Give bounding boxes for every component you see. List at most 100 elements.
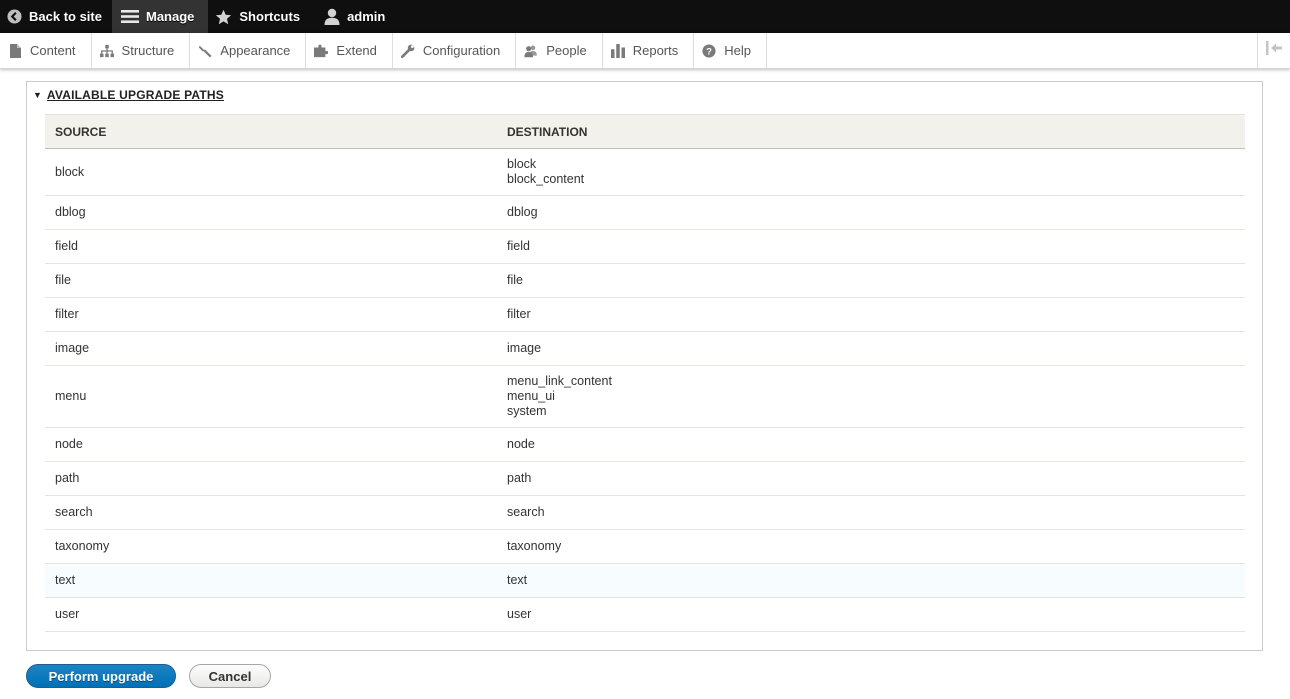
star-icon <box>215 9 232 25</box>
perform-upgrade-button[interactable]: Perform upgrade <box>26 664 176 688</box>
source-cell: text <box>45 563 497 598</box>
destination-item: user <box>507 607 532 621</box>
user-tab[interactable]: admin <box>310 0 395 33</box>
user-label: admin <box>347 9 386 24</box>
tray-item-label: Configuration <box>422 43 501 58</box>
tray-item-label: People <box>546 43 587 58</box>
manage-label: Manage <box>145 9 195 24</box>
tray-orientation-toggle[interactable] <box>1257 33 1290 68</box>
destination-item: file <box>507 273 523 287</box>
table-row: taxonomy taxonomy <box>45 529 1245 564</box>
source-cell: dblog <box>45 195 497 230</box>
table-row: block block block_content <box>45 148 1245 196</box>
destination-cell: block block_content <box>497 148 1245 196</box>
back-to-site-label: Back to site <box>29 9 102 24</box>
destination-cell: filter <box>497 297 1245 332</box>
upgrade-paths-table: SOURCE DESTINATION block block block_conte… <box>45 114 1245 632</box>
table-row: filter filter <box>45 297 1245 332</box>
destination-item: field <box>507 239 530 253</box>
expanded-triangle-icon: ▼ <box>33 90 42 100</box>
tray-item-reports[interactable]: Reports <box>603 33 695 68</box>
user-icon <box>324 8 340 25</box>
wrench-icon <box>400 44 415 58</box>
table-row: field field <box>45 229 1245 264</box>
destination-cell: user <box>497 597 1245 632</box>
source-cell: image <box>45 331 497 366</box>
admin-toolbar: Back to site Manage Shortcuts admin <box>0 0 1290 33</box>
source-cell: user <box>45 597 497 632</box>
table-row: text text <box>45 563 1245 598</box>
destination-item: filter <box>507 307 531 321</box>
destination-item: text <box>507 573 528 587</box>
upgrade-paths-summary-label: AVAILABLE UPGRADE PATHS <box>46 88 224 102</box>
tray-item-content[interactable]: Content <box>0 33 92 68</box>
shortcuts-label: Shortcuts <box>239 9 301 24</box>
destination-cell: taxonomy <box>497 529 1245 564</box>
tray-item-structure[interactable]: Structure <box>92 33 191 68</box>
destination-item: search <box>507 505 545 519</box>
upgrade-paths-details: ▼ AVAILABLE UPGRADE PATHS SOURCE DESTINA… <box>26 81 1263 651</box>
destination-cell: search <box>497 495 1245 530</box>
tray-item-label: Help <box>724 43 751 58</box>
tray-item-configuration[interactable]: Configuration <box>393 33 517 68</box>
table-row: menu menu_link_content menu_ui system <box>45 365 1245 428</box>
source-cell: menu <box>45 365 497 428</box>
source-column-header: SOURCE <box>45 114 497 149</box>
structure-icon <box>99 44 114 58</box>
page-icon <box>8 43 22 58</box>
upgrade-paths-summary[interactable]: ▼ AVAILABLE UPGRADE PATHS <box>33 88 224 102</box>
source-cell: search <box>45 495 497 530</box>
destination-cell: menu_link_content menu_ui system <box>497 365 1245 428</box>
source-cell: field <box>45 229 497 264</box>
destination-cell: text <box>497 563 1245 598</box>
destination-item: taxonomy <box>507 539 562 553</box>
table-row: node node <box>45 427 1245 462</box>
tray-item-help[interactable]: ? Help <box>694 33 767 68</box>
svg-text:?: ? <box>706 46 712 57</box>
source-cell: node <box>45 427 497 462</box>
source-cell: filter <box>45 297 497 332</box>
table-row: path path <box>45 461 1245 496</box>
tray-item-extend[interactable]: Extend <box>306 33 393 68</box>
destination-cell: file <box>497 263 1245 298</box>
table-row: dblog dblog <box>45 195 1245 230</box>
destination-item: block_content <box>507 172 585 186</box>
tray-item-appearance[interactable]: Appearance <box>190 33 307 68</box>
destination-item: image <box>507 341 542 355</box>
destination-item: menu_ui <box>507 389 555 403</box>
source-cell: path <box>45 461 497 496</box>
destination-item: dblog <box>507 205 538 219</box>
table-row: image image <box>45 331 1245 366</box>
tray-item-label: Extend <box>336 43 377 58</box>
people-icon <box>524 44 538 58</box>
tray-item-label: Content <box>30 43 76 58</box>
table-row: user user <box>45 597 1245 632</box>
puzzle-icon <box>314 44 329 58</box>
destination-item: path <box>507 471 532 485</box>
tray-item-label: Appearance <box>220 43 291 58</box>
collapse-orientation-icon <box>1266 41 1282 60</box>
destination-item: node <box>507 437 535 451</box>
shortcuts-tab[interactable]: Shortcuts <box>208 0 310 33</box>
destination-item: menu_link_content <box>507 374 612 388</box>
destination-cell: field <box>497 229 1245 264</box>
tray-item-label: Reports <box>632 43 679 58</box>
table-row: file file <box>45 263 1245 298</box>
menu-icon <box>120 9 139 24</box>
back-to-site-link[interactable]: Back to site <box>0 0 112 33</box>
back-arrow-icon <box>7 9 22 24</box>
cancel-button[interactable]: Cancel <box>189 664 271 688</box>
destination-column-header: DESTINATION <box>497 114 1245 149</box>
destination-cell: path <box>497 461 1245 496</box>
source-cell: file <box>45 263 497 298</box>
source-cell: taxonomy <box>45 529 497 564</box>
bar-chart-icon <box>610 43 625 58</box>
destination-item: system <box>507 404 547 418</box>
help-icon: ? <box>702 43 716 58</box>
tray-item-people[interactable]: People <box>516 33 603 68</box>
source-cell: block <box>45 148 497 196</box>
admin-tray: Content Structure Appearance Extend Conf… <box>0 33 1290 69</box>
manage-tab[interactable]: Manage <box>111 0 209 33</box>
tray-item-label: Structure <box>121 43 175 58</box>
table-row: search search <box>45 495 1245 530</box>
